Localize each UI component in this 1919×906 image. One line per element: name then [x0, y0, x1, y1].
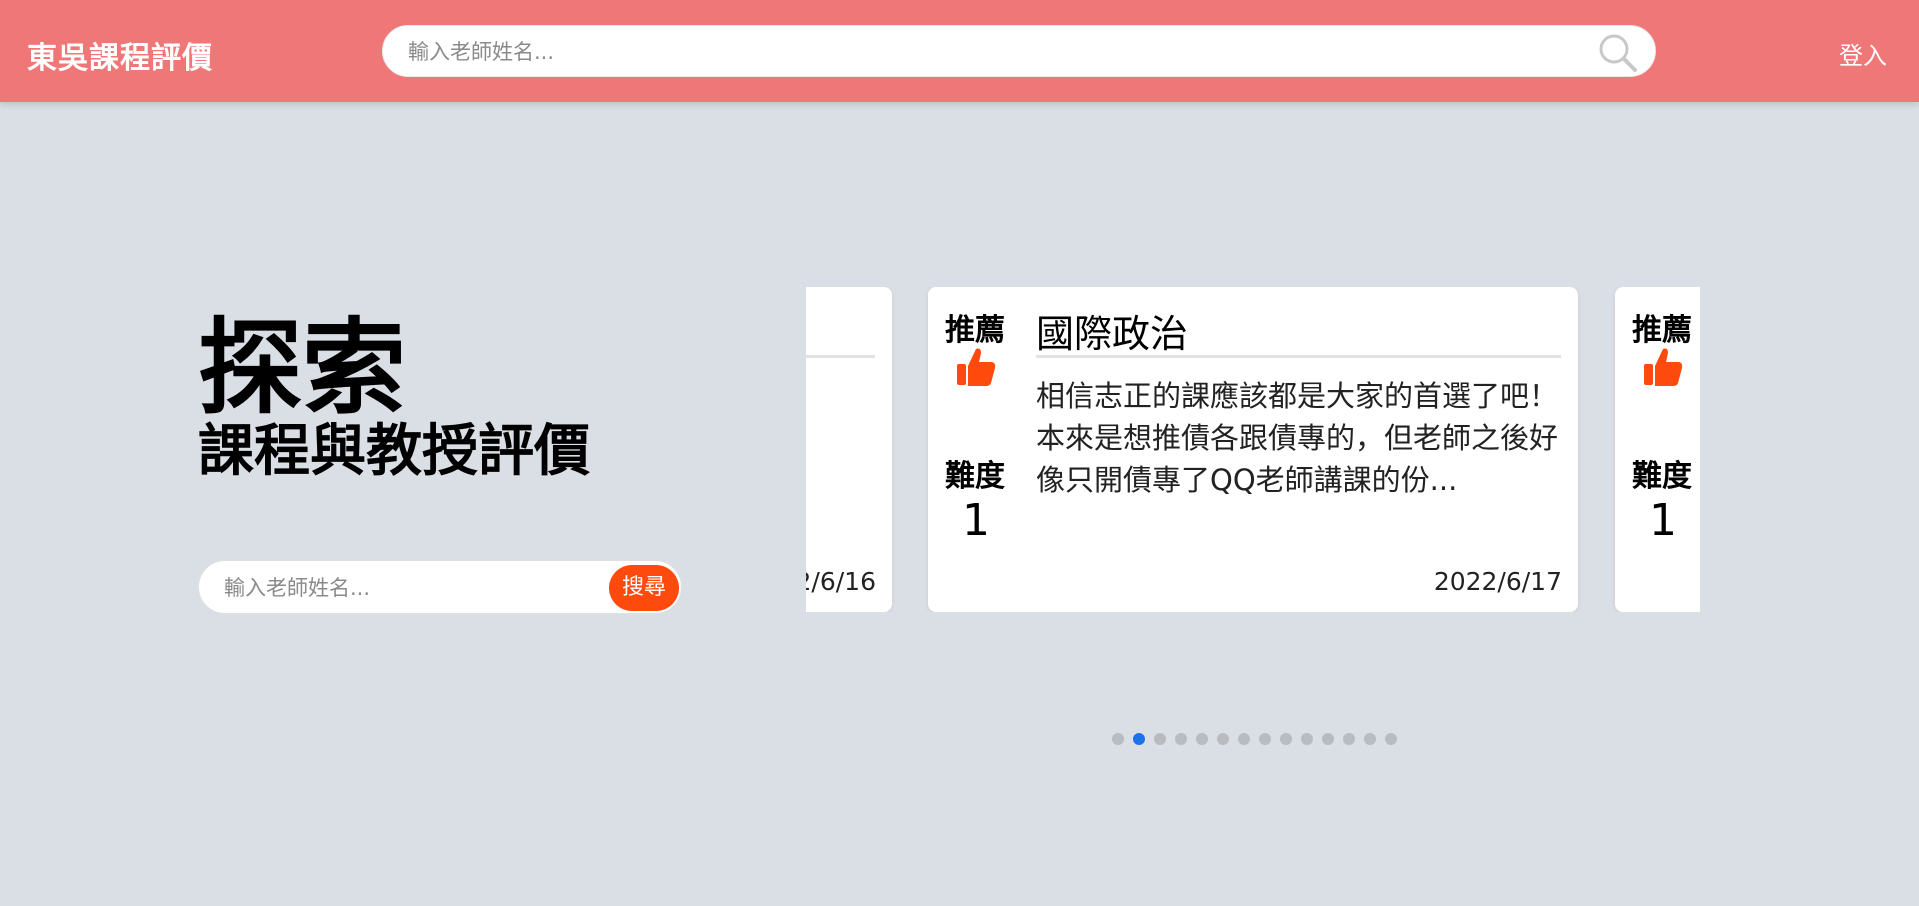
hero-title: 探索 [198, 307, 407, 429]
review-carousel[interactable]: 推薦 難度 1 2022/6/16 推薦 難度 1 國際政治 相信志正的課應該都… [806, 287, 1700, 612]
hero-subtitle: 課程與教授評價 [198, 419, 590, 484]
login-link[interactable]: 登入 [1839, 36, 1887, 71]
carousel-dot[interactable] [1280, 733, 1292, 745]
review-date: 2022/6/17 [1433, 567, 1562, 596]
top-search-bar[interactable] [382, 25, 1656, 77]
thumbs-up-icon [957, 348, 996, 386]
carousel-dot[interactable] [1154, 733, 1166, 745]
card-divider [1036, 355, 1561, 358]
carousel-dot[interactable] [1133, 733, 1145, 745]
thumbs-up-icon [1644, 348, 1683, 386]
difficulty-value: 1 [1649, 495, 1677, 546]
course-title: 國際政治 [1036, 312, 1189, 356]
review-date: 2022/6/16 [806, 567, 876, 596]
brand-logo[interactable]: 東吳課程評價 [27, 33, 213, 77]
recommend-label: 推薦 [1632, 313, 1692, 348]
difficulty-label: 難度 [1632, 459, 1692, 494]
review-card[interactable]: 推薦 難度 1 [1615, 287, 1700, 612]
carousel-dot[interactable] [1385, 733, 1397, 745]
card-side: 推薦 難度 1 [1615, 287, 1700, 612]
carousel-dot[interactable] [1217, 733, 1229, 745]
carousel-dot[interactable] [1301, 733, 1313, 745]
card-side: 推薦 難度 1 [928, 287, 1024, 612]
carousel-dot[interactable] [1196, 733, 1208, 745]
difficulty-label: 難度 [945, 459, 1005, 494]
carousel-dot[interactable] [1175, 733, 1187, 745]
difficulty-value: 1 [962, 495, 990, 546]
hero-search-button[interactable]: 搜尋 [609, 565, 679, 611]
carousel-dot[interactable] [1259, 733, 1271, 745]
navbar: 東吳課程評價 登入 [0, 0, 1919, 102]
review-card[interactable]: 推薦 難度 1 國際政治 相信志正的課應該都是大家的首選了吧！本來是想推債各跟債… [928, 287, 1578, 612]
carousel-dot[interactable] [1238, 733, 1250, 745]
carousel-dot[interactable] [1112, 733, 1124, 745]
review-card[interactable]: 推薦 難度 1 2022/6/16 [806, 287, 892, 612]
card-divider [806, 355, 875, 358]
carousel-pagination [1112, 733, 1397, 745]
hero-search-input[interactable] [224, 572, 564, 604]
recommend-label: 推薦 [945, 313, 1005, 348]
carousel-dot[interactable] [1364, 733, 1376, 745]
hero-search-bar: 搜尋 [198, 560, 682, 614]
carousel-dot[interactable] [1322, 733, 1334, 745]
search-icon[interactable] [1597, 32, 1639, 74]
review-comment: 相信志正的課應該都是大家的首選了吧！本來是想推債各跟債專的，但老師之後好像只開債… [1036, 379, 1559, 497]
top-search-input[interactable] [408, 36, 1558, 68]
carousel-dot[interactable] [1343, 733, 1355, 745]
